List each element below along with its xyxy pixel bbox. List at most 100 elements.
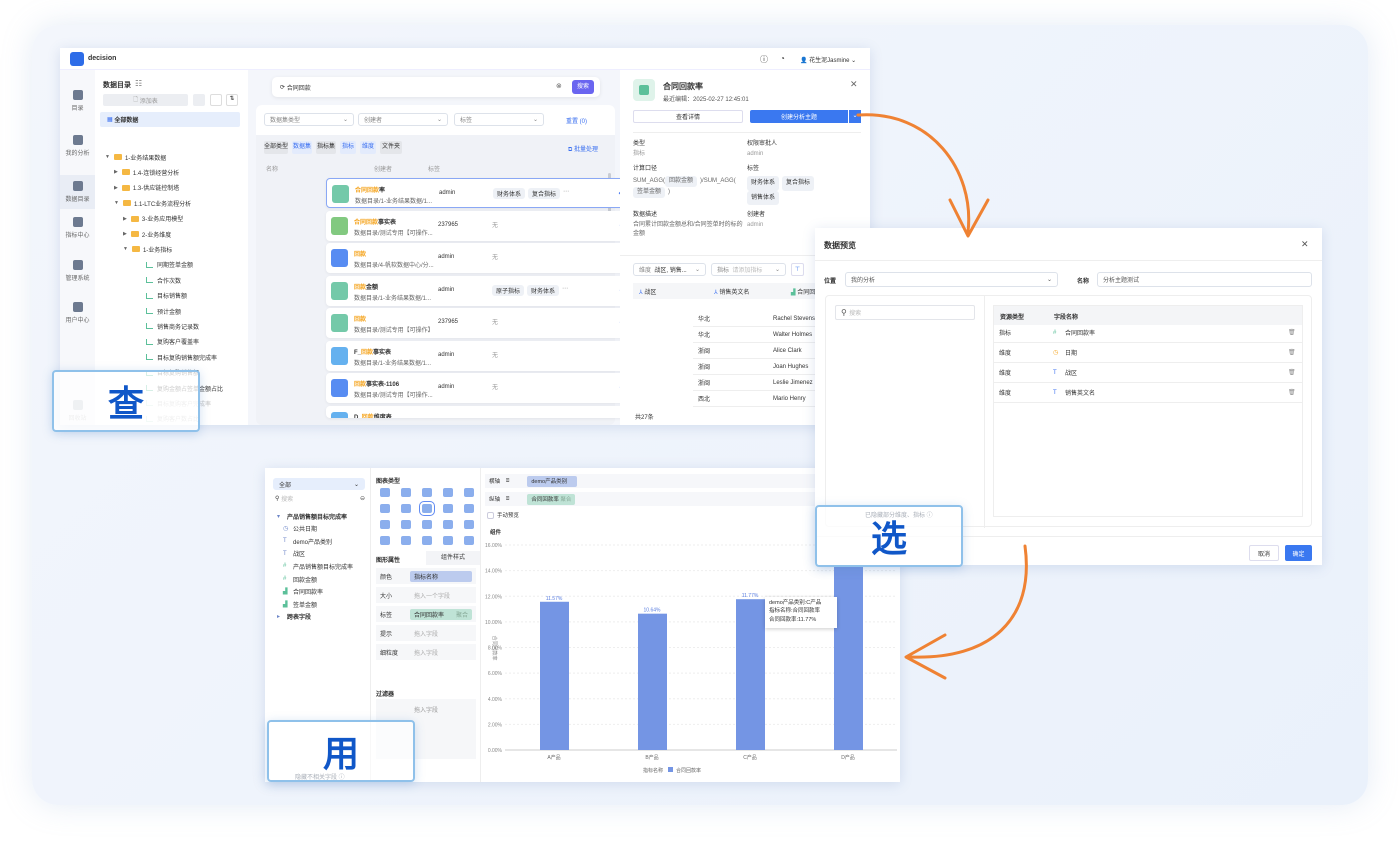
user-menu[interactable]: 👤 花生泥Jasmine ⌄ <box>800 55 856 64</box>
chart-type-option[interactable] <box>464 520 474 529</box>
chart-type-option[interactable] <box>380 520 390 529</box>
tab-component-style[interactable]: 组件样式 <box>426 551 480 565</box>
tree-item[interactable]: ▼ 1-业务指标 <box>123 242 172 256</box>
delete-icon[interactable]: 🗑 <box>1288 329 1302 336</box>
create-dropdown-button[interactable]: ⌄ <box>849 110 861 123</box>
import-button[interactable] <box>210 94 222 106</box>
nav-item[interactable]: 管理系统 <box>60 260 95 282</box>
result-row[interactable]: D_回款维度表 <box>326 405 662 418</box>
caret-icon[interactable]: ▶ <box>123 216 127 222</box>
tree-item[interactable]: ▶ 3-业务应用模型 <box>123 212 183 226</box>
tree-item[interactable]: 销售商务记录数 <box>132 319 199 333</box>
result-row[interactable]: 合同回款率数据目录/1-业务结果数据/1...admin财务体系复合指标⋯◆ ⋯ <box>326 178 662 208</box>
name-input[interactable]: 分析主题测试 <box>1097 272 1312 287</box>
reset-button[interactable]: 重置 (0) <box>566 116 587 125</box>
chart-type-option[interactable] <box>422 488 432 497</box>
filter-select[interactable]: 标签 ⌄ <box>454 113 544 126</box>
batch-button[interactable]: ⧉ 批量处理 <box>568 144 598 154</box>
filter-settings-icon[interactable]: ☷ <box>135 79 142 88</box>
chart-type-option[interactable] <box>419 501 435 516</box>
tree-item[interactable]: ▶ 1.4-连锁经营分析 <box>114 165 179 179</box>
chart-type-option[interactable] <box>401 504 411 513</box>
chart-type-option[interactable] <box>401 488 411 497</box>
type-chip[interactable]: 数据集 <box>292 141 312 154</box>
tree-item-all-data[interactable]: ▦ 全部数据 <box>100 112 240 127</box>
tab-graphic-attributes[interactable]: 图形属性 <box>376 555 400 564</box>
caret-icon[interactable]: ▼ <box>114 200 119 206</box>
search-button[interactable]: 搜索 <box>572 80 594 94</box>
property-drop-zone[interactable]: 拖入字段 <box>410 647 472 658</box>
result-row[interactable]: 回款数据目录/4-帆软数据中心/分...admin无⋯ <box>326 243 662 273</box>
dimension-select[interactable]: 维度 战区, 销售... ⌄ <box>633 263 706 276</box>
tree-item[interactable]: 同期签单金额 <box>132 258 193 272</box>
nav-item[interactable]: 用户中心 <box>60 302 95 324</box>
caret-icon[interactable]: ▼ <box>105 154 110 160</box>
chart-type-option[interactable] <box>401 536 411 545</box>
hide-unrelated-hint[interactable]: 隐藏不相关字段 ⓘ <box>295 772 345 781</box>
property-drop-zone[interactable]: 拖入字段 <box>410 628 472 639</box>
tree-item[interactable]: 目标复购销售额完成率 <box>132 350 217 364</box>
filter-select[interactable]: 创建者 ⌄ <box>358 113 448 126</box>
chart-type-option[interactable] <box>464 536 474 545</box>
field-item[interactable]: ▸ 跨表字段 <box>277 610 311 624</box>
chart-type-option[interactable] <box>422 520 432 529</box>
tree-item[interactable]: 合作次数 <box>132 273 181 287</box>
field-search[interactable]: ⚲ 搜索 ⊖ <box>275 494 365 503</box>
location-select[interactable]: 我的分析 ⌄ <box>845 272 1058 287</box>
new-folder-button[interactable] <box>193 94 205 106</box>
chart-type-option[interactable] <box>380 536 390 545</box>
result-row[interactable]: 合同回款事实表数据目录/测试专用【可操作...237965无◆ ⋯ <box>326 210 662 241</box>
search-input[interactable]: ⚲ 搜索 <box>835 305 975 320</box>
chart-type-option[interactable] <box>443 520 453 529</box>
tree-item[interactable]: 预计金额 <box>132 304 181 318</box>
add-table-button[interactable]: 🗋 添加表 <box>103 94 188 106</box>
clear-icon[interactable]: ⊗ <box>556 82 562 90</box>
close-icon[interactable]: ✕ <box>1301 239 1309 250</box>
more-tags-icon[interactable]: ⋯ <box>563 188 569 199</box>
chart-type-option[interactable] <box>464 504 474 513</box>
chart-type-option[interactable] <box>464 488 474 497</box>
tree-item[interactable]: ▼ 1.1-LTC业务流程分析 <box>114 196 191 210</box>
metric-select[interactable]: 指标 请添加指标 ⌄ <box>711 263 786 276</box>
chart-type-option[interactable] <box>443 536 453 545</box>
type-chip[interactable]: 文件夹 <box>380 141 402 154</box>
type-chip[interactable]: 指标集 <box>316 141 336 154</box>
create-analysis-button[interactable]: 创建分析主题 <box>750 110 848 123</box>
help-icon[interactable]: ⓘ <box>760 54 768 65</box>
chart-type-option[interactable] <box>401 520 411 529</box>
delete-icon[interactable]: 🗑 <box>1288 349 1302 356</box>
tree-item[interactable]: 目标销售额 <box>132 289 187 303</box>
caret-icon[interactable]: ▶ <box>114 185 118 191</box>
chart-type-option[interactable] <box>443 488 453 497</box>
caret-icon[interactable]: ▶ <box>114 169 118 175</box>
tree-item[interactable]: ▶ 1.3-供应链控制塔 <box>114 181 179 195</box>
result-row[interactable]: 回款事实表-1106数据目录/测试专用【可操作...admin无◆ ⋯ <box>326 373 662 403</box>
nav-item[interactable]: 指标中心 <box>60 217 95 239</box>
result-row[interactable]: 回款金额数据目录/1-业务结果数据/1...admin原子指标财务体系⋯◆ ⋯ <box>326 275 662 306</box>
tree-item[interactable]: 复购客户覆盖率 <box>132 335 199 349</box>
scope-select[interactable]: 全部 ⌄ <box>273 478 365 490</box>
cancel-button[interactable]: 取消 <box>1249 545 1279 561</box>
property-drop-zone[interactable]: 合同回款率 聚合 <box>410 608 472 620</box>
close-icon[interactable]: ✕ <box>850 79 858 90</box>
chart-type-option[interactable] <box>380 488 390 497</box>
nav-item[interactable]: 数据目录 <box>60 175 95 209</box>
type-chip[interactable]: 全部类型 <box>264 141 288 154</box>
chart-type-option[interactable] <box>380 504 390 513</box>
property-drop-zone[interactable]: 拖入一个字段 <box>410 590 472 601</box>
property-drop-zone[interactable]: 指标名称 <box>410 570 472 582</box>
type-chip[interactable]: 维度 <box>360 141 376 154</box>
tree-item[interactable]: ▶ 2-业务维度 <box>123 227 171 241</box>
delete-icon[interactable]: 🗑 <box>1288 369 1302 376</box>
chart-type-option[interactable] <box>443 504 453 513</box>
tree-item[interactable]: ▼ 1-业务结果数据 <box>105 150 166 164</box>
sort-button[interactable]: ⇅ <box>226 94 238 106</box>
filter-select[interactable]: 数据集类型 ⌄ <box>264 113 354 126</box>
chart-type-option[interactable] <box>422 536 432 545</box>
nav-item[interactable]: 目录 <box>60 90 95 112</box>
bell-icon[interactable]: ◔ <box>780 54 785 63</box>
filter-icon[interactable]: ⊤ <box>791 263 804 276</box>
caret-icon[interactable]: ▼ <box>123 246 128 252</box>
confirm-button[interactable]: 确定 <box>1285 545 1312 561</box>
caret-icon[interactable]: ▶ <box>123 231 127 237</box>
